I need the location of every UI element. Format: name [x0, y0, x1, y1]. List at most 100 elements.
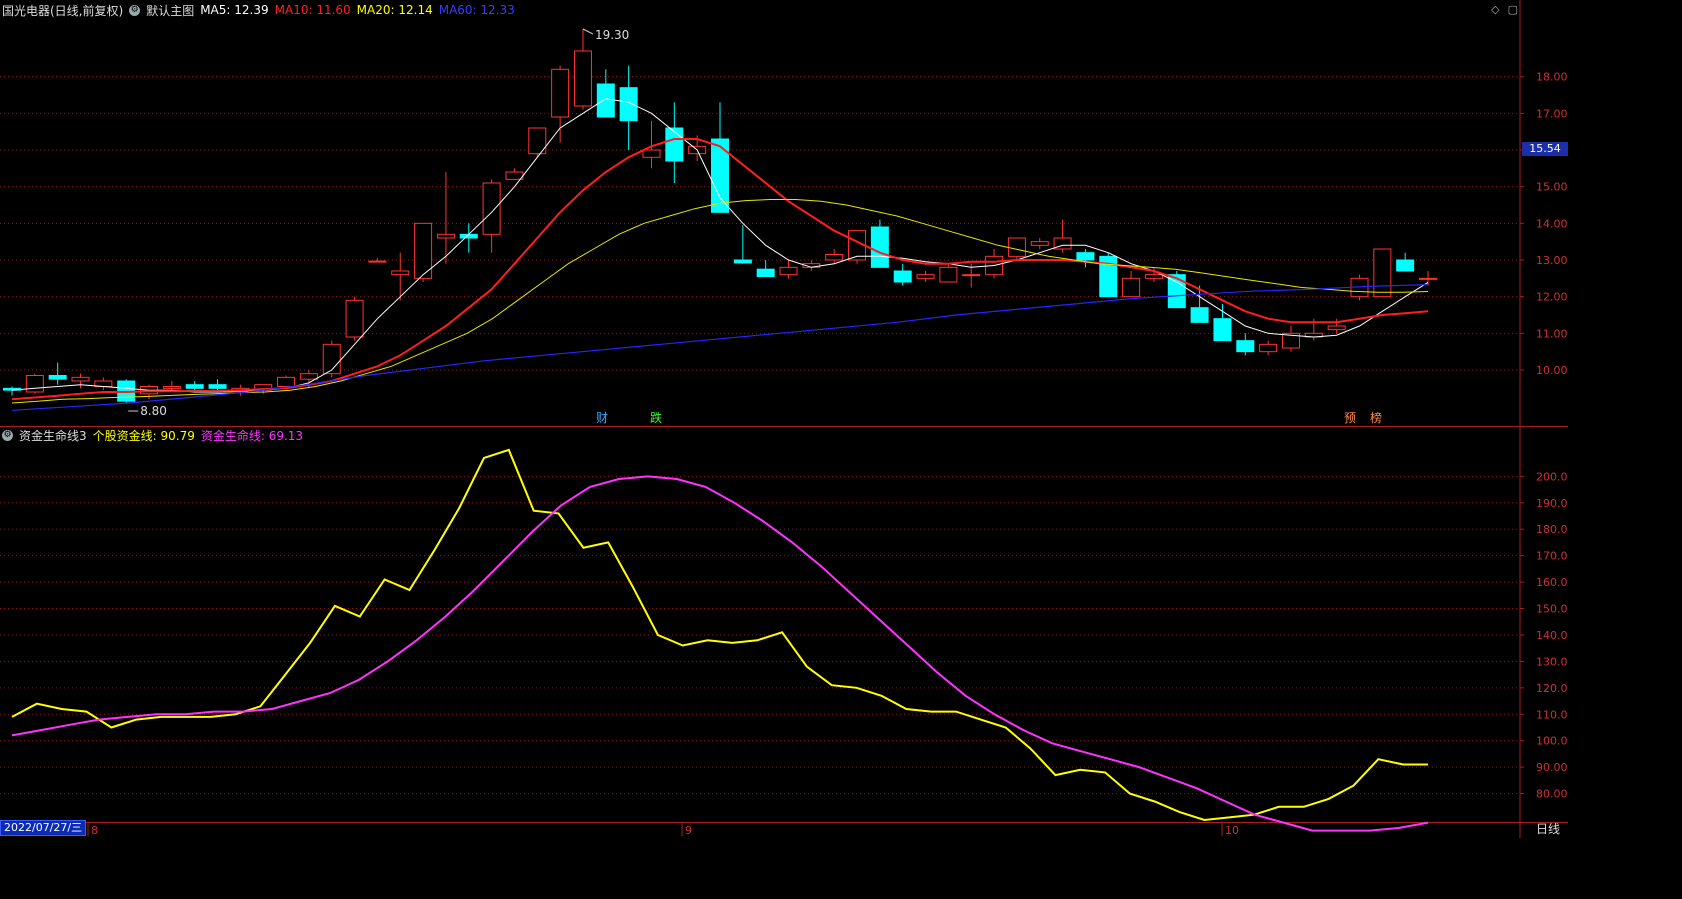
candlestick	[1236, 333, 1255, 356]
candle-body-up	[505, 171, 524, 180]
candle-body-up	[162, 386, 181, 389]
candlestick	[665, 102, 684, 183]
candle-body-up	[391, 270, 410, 276]
candlestick	[1076, 249, 1095, 268]
event-marker: 预	[1344, 411, 1356, 425]
stock-chart-window: 国光电器(日线,前复权) ⚙ 默认主图 MA5: 12.39 MA10: 11.…	[0, 0, 1568, 838]
candlestick	[345, 296, 364, 341]
candle-body-down	[870, 226, 889, 268]
candle-body-up	[1144, 274, 1163, 279]
candlestick	[1373, 248, 1392, 298]
candle-body-down	[756, 268, 775, 277]
price-tick-label: 18.00	[1536, 71, 1568, 84]
candlestick	[391, 252, 410, 301]
sub-tick-label: 120.0	[1536, 682, 1568, 695]
candlestick	[505, 168, 524, 180]
candle-body-down	[1236, 340, 1255, 353]
sub-tick-label: 190.0	[1536, 497, 1568, 510]
candlestick	[1259, 340, 1278, 356]
candle-body-up	[1122, 277, 1141, 298]
candle-body-up	[551, 68, 570, 118]
candlestick	[573, 29, 592, 110]
candlestick	[551, 65, 570, 143]
low-price-label: 8.80	[140, 404, 167, 418]
candlestick	[414, 222, 433, 282]
candle-body-down	[596, 83, 615, 118]
candle-body-up	[1419, 277, 1437, 280]
candlestick	[619, 65, 638, 150]
sub-tick-label: 100.0	[1536, 735, 1568, 748]
price-tick-label: 10.00	[1536, 364, 1568, 377]
chart-canvas[interactable]: 18.0017.0016.0015.0014.0013.0012.0011.00…	[0, 0, 1568, 838]
candlestick	[208, 379, 227, 391]
candle-body-up	[1259, 343, 1278, 353]
candlestick	[939, 263, 958, 283]
candlestick	[1213, 304, 1232, 342]
month-label: 8	[91, 824, 98, 837]
candlestick	[528, 127, 547, 158]
sub-tick-label: 140.0	[1536, 629, 1568, 642]
event-marker: 榜	[1370, 410, 1382, 425]
candle-body-down	[1396, 259, 1415, 272]
candlestick	[368, 258, 387, 263]
candlestick	[1396, 252, 1415, 272]
candle-body-down	[185, 384, 204, 389]
candle-body-down	[733, 259, 752, 264]
candle-body-up	[436, 233, 455, 239]
candlestick	[94, 377, 113, 391]
price-tick-label: 17.00	[1536, 107, 1568, 120]
candlestick	[779, 260, 798, 279]
candlestick	[3, 386, 21, 396]
sub-tick-label: 170.0	[1536, 550, 1568, 563]
month-label: 10	[1225, 824, 1239, 837]
candle-body-up	[482, 182, 501, 235]
candle-body-up	[277, 376, 296, 388]
candlestick	[733, 225, 752, 264]
sub-tick-label: 180.0	[1536, 523, 1568, 536]
price-tick-label: 12.00	[1536, 291, 1568, 304]
candle-body-up	[25, 375, 44, 393]
candlestick	[711, 102, 729, 213]
candle-body-down	[48, 375, 67, 380]
candlestick	[756, 260, 775, 277]
candlestick	[25, 373, 44, 394]
candle-body-down	[665, 127, 684, 162]
candlestick	[322, 340, 341, 378]
candle-body-up	[939, 266, 958, 283]
candlestick	[1030, 238, 1049, 249]
candlestick	[482, 179, 501, 253]
high-marker-pointer	[582, 28, 594, 35]
candlestick	[71, 373, 90, 389]
candle-body-up	[368, 260, 387, 263]
sub-tick-label: 150.0	[1536, 603, 1568, 616]
candle-body-up	[1007, 237, 1026, 257]
candle-body-up	[1327, 325, 1346, 331]
candle-body-up	[1373, 248, 1392, 298]
event-marker: 财	[596, 411, 608, 425]
candle-body-down	[1190, 307, 1209, 323]
candlestick	[1099, 252, 1118, 298]
candle-body-up	[962, 274, 981, 277]
candle-body-up	[825, 254, 844, 261]
price-tick-label: 14.00	[1536, 217, 1568, 230]
period-button[interactable]: 日线	[1532, 822, 1564, 836]
price-tick-label: 11.00	[1536, 327, 1568, 340]
candle-body-up	[573, 50, 592, 107]
event-marker: 跌	[650, 410, 662, 425]
candle-body-down	[208, 384, 227, 389]
high-price-label: 19.30	[595, 28, 629, 42]
candlestick	[459, 223, 478, 253]
candlestick	[1281, 326, 1300, 352]
date-cursor: 2022/07/27/三	[0, 820, 87, 836]
candlestick	[1419, 271, 1437, 286]
sub-tick-label: 90.00	[1536, 761, 1568, 774]
sub-tick-label: 130.0	[1536, 655, 1568, 668]
candle-body-up	[345, 299, 364, 338]
candle-body-down	[1213, 318, 1232, 342]
price-tick-label: 13.00	[1536, 254, 1568, 267]
candlestick	[1122, 271, 1141, 298]
candle-body-up	[299, 373, 318, 380]
candlestick	[870, 219, 889, 268]
candle-body-up	[1030, 241, 1049, 246]
current-price-tag: 15.54	[1522, 142, 1568, 156]
